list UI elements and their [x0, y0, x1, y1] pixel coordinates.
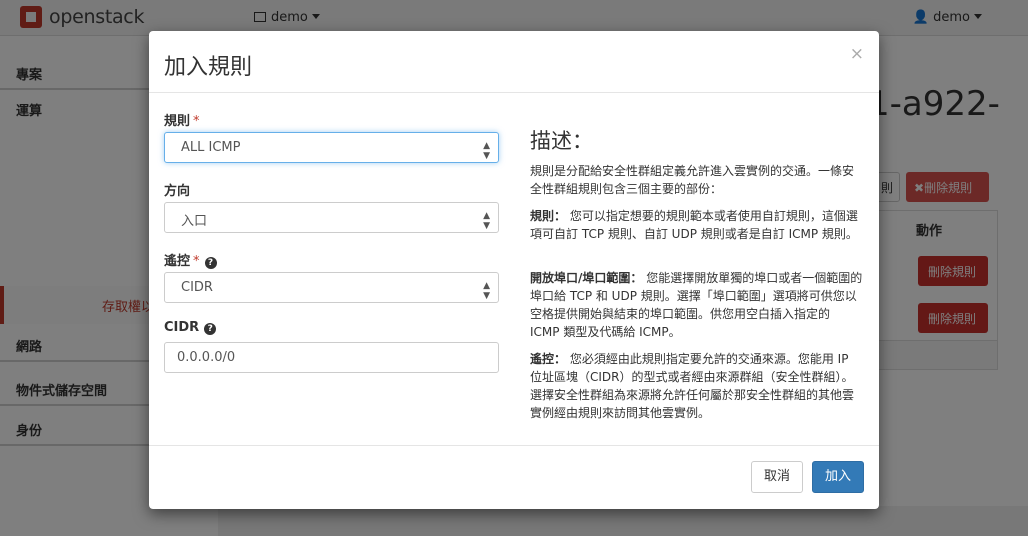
description-remote-text: 您必須經由此規則指定要允許的交通來源。您能用 IP 位址區塊（CIDR）的型式或… — [530, 352, 855, 420]
rule-label: 規則 * — [164, 114, 200, 129]
add-button[interactable]: 加入 — [812, 461, 864, 493]
description-title: 描述： — [530, 129, 593, 153]
cidr-input[interactable]: 0.0.0.0/0 — [164, 342, 499, 373]
cidr-input-value: 0.0.0.0/0 — [177, 350, 236, 365]
description-remote: 遙控： 您必須經由此規則指定要允許的交通來源。您能用 IP 位址區塊（CIDR）… — [530, 350, 863, 422]
cancel-button[interactable]: 取消 — [751, 461, 803, 493]
direction-select-value: 入口 — [181, 214, 208, 229]
description-rule: 規則： 您可以指定想要的規則範本或者使用自訂規則，這個選項可自訂 TCP 規則、… — [530, 207, 863, 243]
chevron-down-icon: ▲ ▼ — [483, 211, 490, 231]
required-marker: * — [193, 254, 200, 269]
direction-select[interactable]: 入口 ▲ ▼ — [164, 202, 499, 233]
rule-select-value: ALL ICMP — [181, 140, 241, 155]
description-intro: 規則是分配給安全性群組定義允許進入雲實例的交通。一條安全性群組規則包含三個主要的… — [530, 164, 855, 196]
close-icon[interactable]: × — [850, 44, 864, 64]
remote-select-value: CIDR — [181, 280, 213, 295]
direction-label: 方向 — [164, 184, 191, 199]
modal-header: 加入規則 × — [149, 31, 879, 93]
description-port-term: 開放埠口/埠口範圍： — [530, 271, 643, 285]
add-rule-dialog: 加入規則 × 規則 * ALL ICMP ▲ ▼ 方向 入口 ▲ ▼ 遙控 *? CID… — [149, 31, 879, 509]
modal-title: 加入規則 — [164, 55, 253, 80]
description-rule-term: 規則： — [530, 209, 567, 223]
rule-select[interactable]: ALL ICMP ▲ ▼ — [164, 132, 499, 163]
remote-label: 遙控 *? — [164, 250, 217, 269]
description-port: 開放埠口/埠口範圍： 您能選擇開放單獨的埠口或者一個範圍的埠口給 TCP 和 U… — [530, 269, 863, 341]
chevron-down-icon: ▲ ▼ — [483, 141, 490, 161]
help-icon[interactable]: ? — [204, 323, 217, 335]
description-remote-term: 遙控： — [530, 352, 567, 366]
cidr-label: CIDR? — [164, 320, 217, 335]
description-rule-text: 您可以指定想要的規則範本或者使用自訂規則，這個選項可自訂 TCP 規則、自訂 U… — [530, 209, 858, 241]
remote-select[interactable]: CIDR ▲ ▼ — [164, 272, 499, 303]
chevron-down-icon: ▲ ▼ — [483, 281, 490, 301]
help-icon[interactable]: ? — [204, 257, 217, 269]
required-marker: * — [193, 114, 200, 129]
